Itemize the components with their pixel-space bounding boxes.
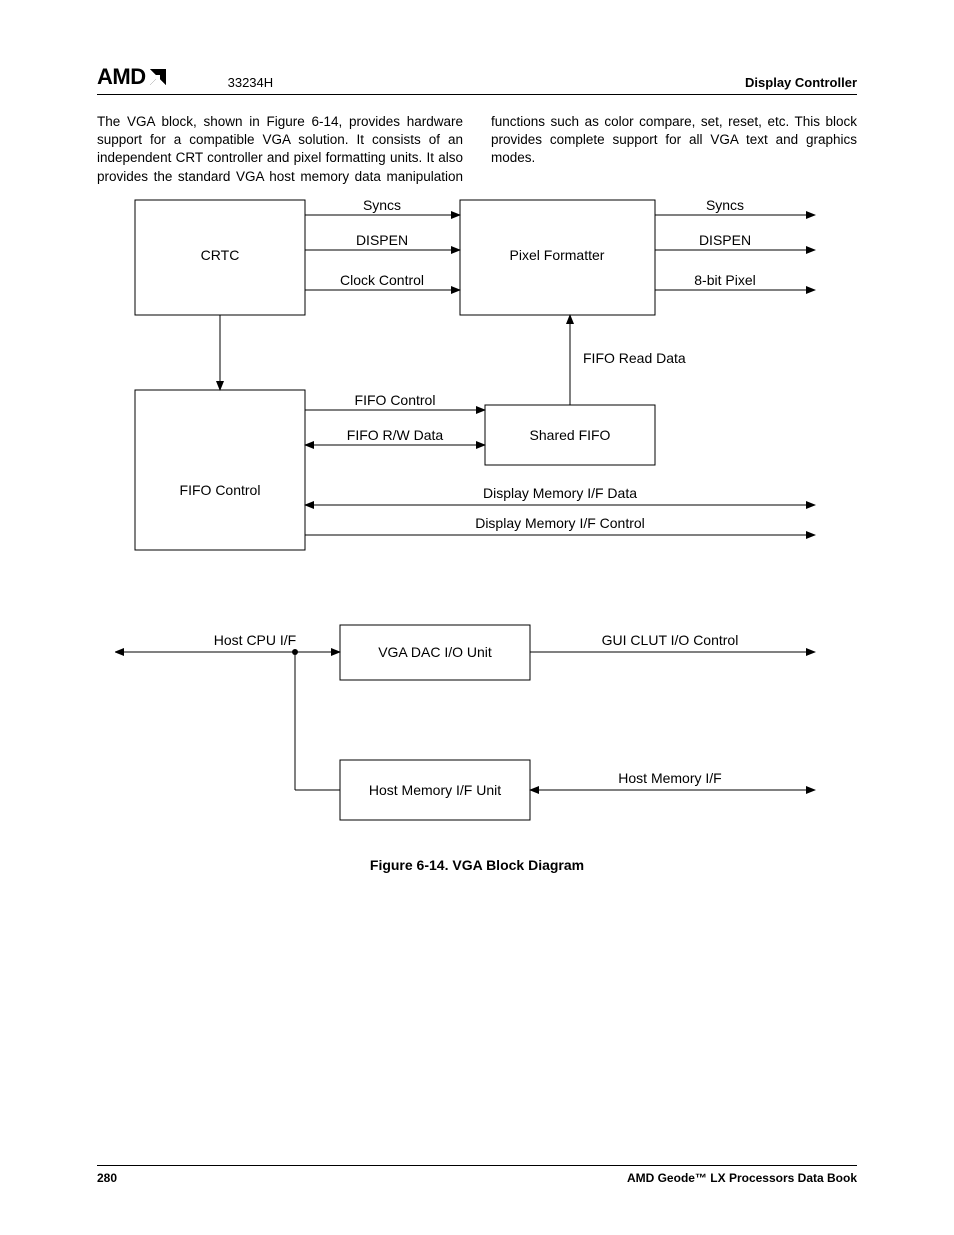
block-host-mem-unit: Host Memory I/F Unit bbox=[369, 782, 501, 798]
block-pixel-formatter: Pixel Formatter bbox=[510, 247, 605, 263]
label-syncs1: Syncs bbox=[363, 197, 401, 213]
label-gui-clut: GUI CLUT I/O Control bbox=[602, 632, 739, 648]
block-crtc: CRTC bbox=[201, 247, 240, 263]
block-vga-dac: VGA DAC I/O Unit bbox=[378, 644, 492, 660]
page-header: AMD 33234H Display Controller bbox=[97, 64, 857, 95]
label-syncs2: Syncs bbox=[706, 197, 744, 213]
book-title: AMD Geode™ LX Processors Data Book bbox=[627, 1171, 857, 1185]
label-dispen2: DISPEN bbox=[699, 232, 751, 248]
label-host-cpu-if: Host CPU I/F bbox=[214, 632, 296, 648]
block-fifo-control: FIFO Control bbox=[180, 482, 261, 498]
label-disp-mem-ctrl: Display Memory I/F Control bbox=[475, 515, 645, 531]
page-footer: 280 AMD Geode™ LX Processors Data Book bbox=[97, 1165, 857, 1185]
amd-logo: AMD bbox=[97, 64, 168, 90]
page-number: 280 bbox=[97, 1171, 117, 1185]
label-clock-control: Clock Control bbox=[340, 272, 424, 288]
label-fifo-control-sig: FIFO Control bbox=[355, 392, 436, 408]
logo-text: AMD bbox=[97, 64, 146, 90]
label-dispen1: DISPEN bbox=[356, 232, 408, 248]
label-fifo-read-data: FIFO Read Data bbox=[583, 350, 686, 366]
section-title: Display Controller bbox=[745, 75, 857, 90]
label-disp-mem-data: Display Memory I/F Data bbox=[483, 485, 637, 501]
amd-arrow-icon bbox=[148, 67, 168, 87]
label-8bit-pixel: 8-bit Pixel bbox=[694, 272, 755, 288]
body-paragraph: The VGA block, shown in Figure 6-14, pro… bbox=[97, 113, 857, 186]
label-host-mem-if: Host Memory I/F bbox=[618, 770, 721, 786]
doc-number: 33234H bbox=[228, 75, 274, 90]
figure-caption: Figure 6-14. VGA Block Diagram bbox=[0, 857, 954, 873]
block-shared-fifo: Shared FIFO bbox=[530, 427, 611, 443]
label-fifo-rw-data: FIFO R/W Data bbox=[347, 427, 444, 443]
vga-block-diagram: CRTC Pixel Formatter Syncs DISPEN Clock … bbox=[115, 195, 835, 865]
